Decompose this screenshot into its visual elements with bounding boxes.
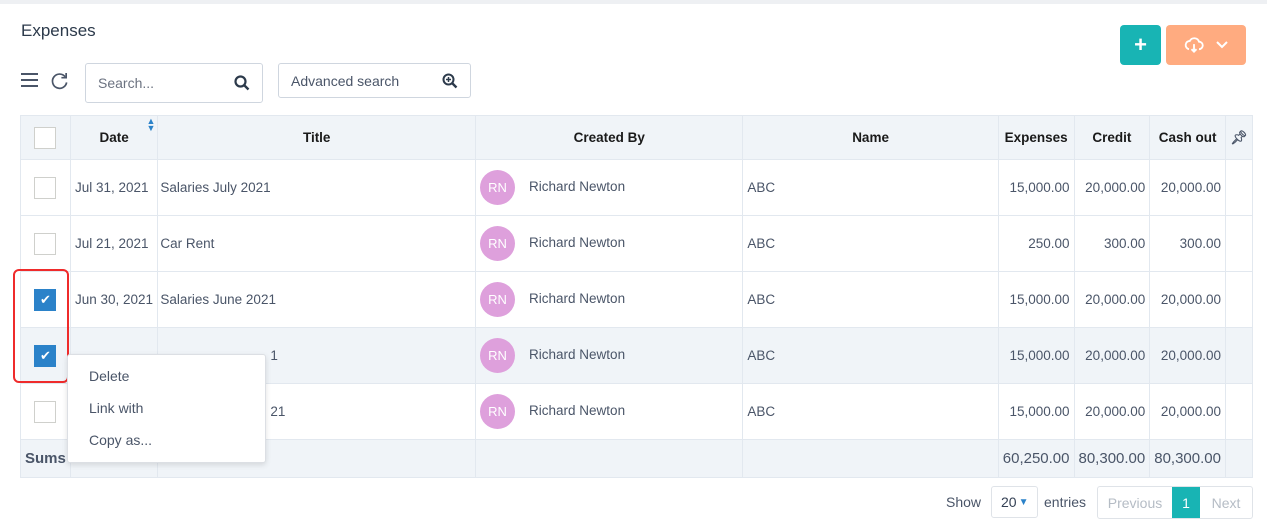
avatar: RN: [480, 282, 516, 317]
cell-name: ABC: [742, 159, 999, 216]
cell-date: Jul 21, 2021: [69, 215, 159, 272]
table-header: Date ▲ ▼ Title Created By Name Expenses Cr…: [20, 115, 1254, 160]
menu-item-link-with[interactable]: Link with: [68, 395, 265, 427]
menu-icon[interactable]: [21, 73, 38, 87]
sums-label: Sums: [20, 439, 71, 478]
chevron-down-icon: [1216, 41, 1228, 49]
menu-item-delete[interactable]: Delete: [68, 363, 265, 395]
avatar: RN: [480, 226, 516, 261]
sort-icon[interactable]: ▲ ▼: [146, 117, 155, 133]
cell-date: Jul 31, 2021: [69, 159, 159, 216]
table-row[interactable]: Jul 21, 2021 Car Rent RN Richard Newton A…: [20, 215, 1254, 272]
page-title: Expenses: [21, 21, 96, 40]
search-input[interactable]: Search...: [85, 63, 263, 103]
cell-name: ABC: [742, 327, 999, 384]
cell-cash-out: 20,000.00: [1149, 159, 1226, 216]
cell-expenses: 250.00: [997, 215, 1075, 272]
cell-created-by: Richard Newton: [529, 347, 626, 363]
avatar: RN: [480, 338, 516, 373]
avatar: RN: [480, 394, 516, 429]
advanced-search-input[interactable]: Advanced search: [278, 63, 471, 98]
cell-created-by: Richard Newton: [529, 179, 626, 195]
cell-name: ABC: [742, 215, 999, 272]
cell-cash-out: 300.00: [1149, 215, 1226, 272]
select-all-checkbox[interactable]: [34, 126, 57, 149]
cell-title: Salaries June 2021: [157, 271, 477, 328]
cell-credit: 300.00: [1073, 215, 1151, 272]
col-expenses[interactable]: Expenses: [997, 115, 1075, 160]
plus-icon: +: [1134, 32, 1147, 57]
cell-created-by: Richard Newton: [529, 291, 626, 307]
context-menu: Delete Link with Copy as...: [67, 354, 266, 463]
cloud-download-icon: [1184, 37, 1204, 53]
col-credit[interactable]: Credit: [1073, 115, 1151, 160]
cell-expenses: 15,000.00: [997, 159, 1075, 216]
sum-expenses: 60,250.00: [997, 439, 1075, 478]
cell-credit: 20,000.00: [1073, 271, 1151, 328]
col-cash-out[interactable]: Cash out: [1149, 115, 1226, 160]
cell-created-by: Richard Newton: [529, 235, 626, 251]
col-title[interactable]: Title: [157, 115, 477, 160]
cell-cash-out: 20,000.00: [1149, 327, 1226, 384]
cell-created-by: Richard Newton: [529, 403, 626, 419]
cell-title: Car Rent: [157, 215, 477, 272]
col-date[interactable]: Date ▲ ▼: [69, 115, 159, 160]
cell-credit: 20,000.00: [1073, 159, 1151, 216]
row-checkbox[interactable]: [34, 232, 57, 255]
next-button[interactable]: Next: [1200, 487, 1252, 518]
advanced-search-label: Advanced search: [291, 72, 400, 89]
col-name[interactable]: Name: [742, 115, 999, 160]
table-row[interactable]: Jul 31, 2021 Salaries July 2021 RN Richar…: [20, 159, 1254, 216]
search-icon: [234, 75, 250, 91]
previous-button[interactable]: Previous: [1098, 487, 1172, 518]
pin-icon[interactable]: 📌︎: [1224, 115, 1254, 160]
cell-title: Salaries July 2021: [157, 159, 477, 216]
table-row[interactable]: ✔ Jun 30, 2021 Salaries June 2021 RN Rich…: [20, 271, 1254, 328]
cell-expenses: 15,000.00: [997, 271, 1075, 328]
cell-cash-out: 20,000.00: [1149, 383, 1226, 440]
refresh-icon[interactable]: [50, 72, 69, 91]
cell-expenses: 15,000.00: [997, 327, 1075, 384]
chevron-down-icon: ▼: [1018, 496, 1029, 508]
cell-credit: 20,000.00: [1073, 383, 1151, 440]
zoom-in-icon: [442, 73, 458, 88]
cell-cash-out: 20,000.00: [1149, 271, 1226, 328]
sum-credit: 80,300.00: [1073, 439, 1151, 478]
add-button[interactable]: +: [1120, 25, 1161, 65]
show-label: Show: [946, 494, 982, 510]
cell-name: ABC: [742, 271, 999, 328]
col-created-by[interactable]: Created By: [475, 115, 744, 160]
pagination: Previous 1 Next: [1097, 486, 1253, 519]
export-button[interactable]: [1166, 25, 1246, 65]
page-size-select[interactable]: 20 ▼: [991, 486, 1038, 518]
page-1-button[interactable]: 1: [1172, 487, 1200, 518]
cell-date: Jun 30, 2021: [69, 271, 159, 328]
cell-expenses: 15,000.00: [997, 383, 1075, 440]
cell-name: ABC: [742, 383, 999, 440]
top-bar: [0, 0, 1267, 4]
search-placeholder: Search...: [98, 75, 155, 91]
avatar: RN: [480, 170, 516, 205]
entries-label: entries: [1044, 494, 1087, 510]
selection-highlight: [13, 269, 69, 383]
cell-credit: 20,000.00: [1073, 327, 1151, 384]
menu-item-copy-as[interactable]: Copy as...: [68, 427, 265, 459]
row-checkbox[interactable]: [34, 176, 57, 199]
sum-cash-out: 80,300.00: [1149, 439, 1226, 478]
row-checkbox[interactable]: [34, 400, 57, 423]
